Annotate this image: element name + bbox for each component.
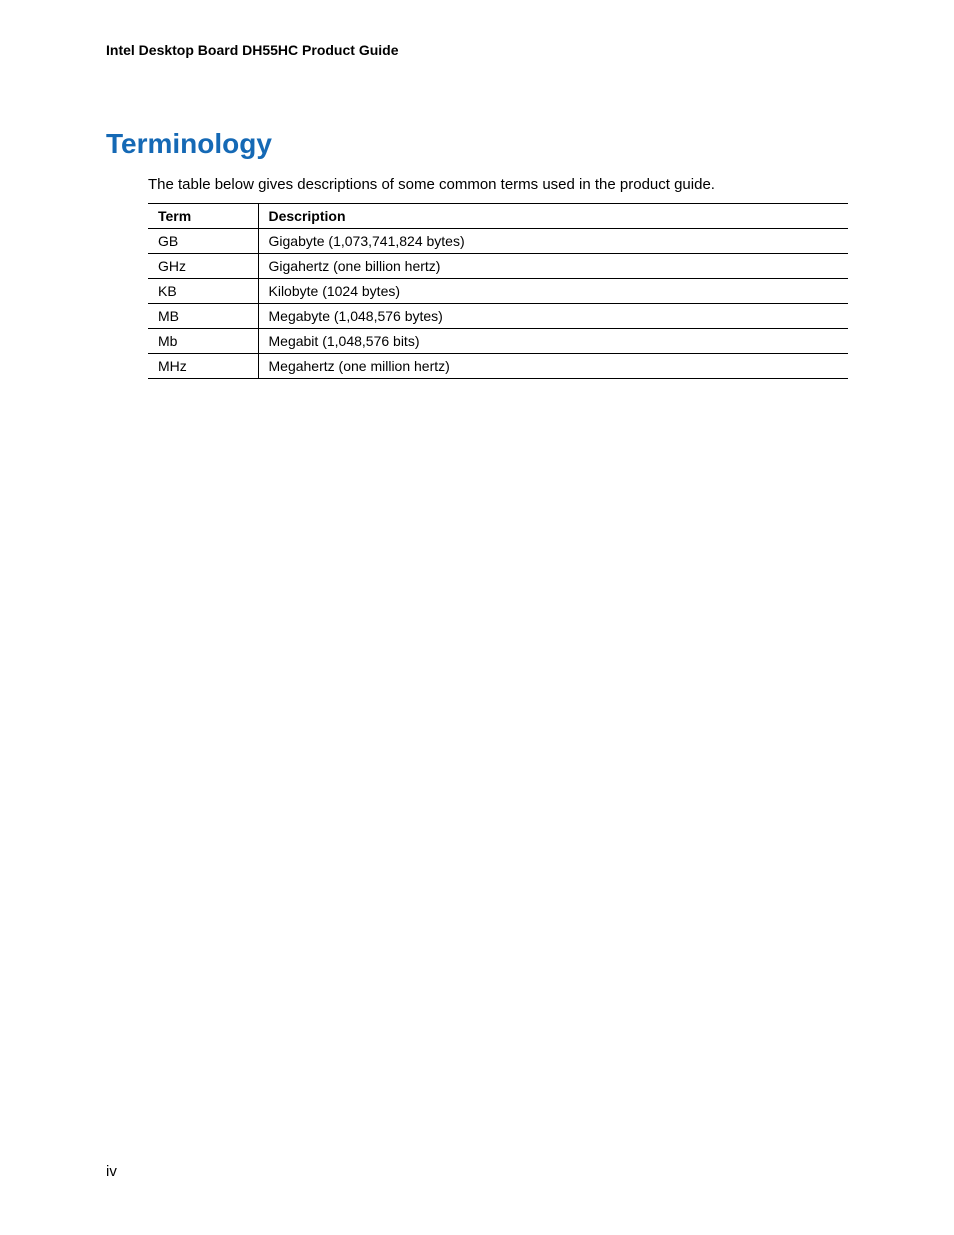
- description-cell: Megabit (1,048,576 bits): [258, 329, 848, 354]
- term-cell: Mb: [148, 329, 258, 354]
- table-row: KB Kilobyte (1024 bytes): [148, 279, 848, 304]
- description-cell: Megahertz (one million hertz): [258, 354, 848, 379]
- table-row: GHz Gigahertz (one billion hertz): [148, 254, 848, 279]
- description-cell: Gigabyte (1,073,741,824 bytes): [258, 229, 848, 254]
- description-cell: Gigahertz (one billion hertz): [258, 254, 848, 279]
- page-number: iv: [106, 1163, 117, 1180]
- table-header-term: Term: [148, 204, 258, 229]
- section-title: Terminology: [106, 128, 848, 160]
- document-header: Intel Desktop Board DH55HC Product Guide: [106, 42, 848, 58]
- term-cell: GHz: [148, 254, 258, 279]
- description-cell: Kilobyte (1024 bytes): [258, 279, 848, 304]
- table-header-description: Description: [258, 204, 848, 229]
- term-cell: MB: [148, 304, 258, 329]
- table-row: GB Gigabyte (1,073,741,824 bytes): [148, 229, 848, 254]
- description-cell: Megabyte (1,048,576 bytes): [258, 304, 848, 329]
- terminology-table: Term Description GB Gigabyte (1,073,741,…: [148, 203, 848, 379]
- section-intro: The table below gives descriptions of so…: [148, 176, 848, 193]
- table-row: MHz Megahertz (one million hertz): [148, 354, 848, 379]
- table-row: Mb Megabit (1,048,576 bits): [148, 329, 848, 354]
- term-cell: KB: [148, 279, 258, 304]
- term-cell: GB: [148, 229, 258, 254]
- table-header-row: Term Description: [148, 204, 848, 229]
- table-row: MB Megabyte (1,048,576 bytes): [148, 304, 848, 329]
- term-cell: MHz: [148, 354, 258, 379]
